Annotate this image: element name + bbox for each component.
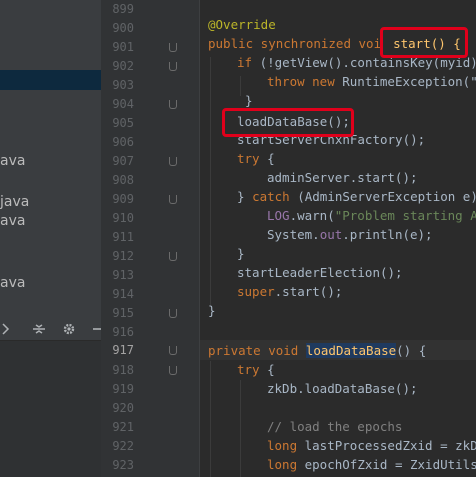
code-token: throw new (267, 74, 335, 89)
expand-collapse-icon[interactable] (32, 321, 46, 335)
code-token: catch (252, 189, 290, 204)
line-number: 900 (112, 21, 134, 35)
code-token: "Problem starting A (334, 208, 476, 223)
fold-marker-icon[interactable] (169, 43, 177, 52)
line-number: 913 (112, 268, 134, 282)
code-token-highlighted: loadDataBase (305, 343, 397, 358)
line-number: 907 (112, 154, 134, 168)
sidebar-lower-panel (0, 340, 101, 477)
code-token: long (267, 457, 298, 472)
line-number: 912 (112, 249, 134, 263)
line-number: 905 (112, 116, 134, 130)
line-number: 909 (112, 192, 134, 206)
fold-marker-icon[interactable] (169, 309, 177, 318)
code-token: out (319, 227, 343, 242)
highlight-box-loaddatabase (222, 108, 354, 137)
line-number: 906 (112, 135, 134, 149)
code-token: .println(e); (342, 227, 433, 242)
fold-marker-icon[interactable] (169, 346, 177, 355)
line-number: 908 (112, 173, 134, 187)
line-number: 911 (112, 230, 134, 244)
code-line-913: startLeaderElection(); (237, 265, 403, 280)
line-number: 922 (112, 439, 134, 453)
selected-tree-row[interactable] (0, 70, 101, 90)
fold-marker-icon[interactable] (169, 195, 177, 204)
line-number: 910 (112, 211, 134, 225)
code-line-919: zkDb.loadDataBase(); (267, 381, 418, 396)
indent-guide (240, 380, 241, 477)
code-editor[interactable]: @Override public synchronized voi start()… (200, 0, 476, 477)
fold-marker-icon[interactable] (169, 157, 177, 166)
line-number: 901 (112, 40, 134, 54)
code-line-917: private void loadDataBase() { (208, 341, 426, 360)
code-token: System. (267, 227, 320, 242)
code-line-921: // load the epochs (267, 419, 403, 434)
line-number: 918 (112, 363, 134, 377)
code-token: () { (396, 343, 427, 358)
fold-marker-icon[interactable] (169, 62, 177, 71)
code-line-915: } (208, 303, 216, 318)
code-line-922: long lastProcessedZxid = zkD (267, 436, 476, 455)
code-line-923: long epochOfZxid = ZxidUtils (267, 455, 476, 474)
code-line-900: @Override (208, 17, 276, 32)
indent-guide (240, 76, 241, 96)
code-token: { (259, 362, 275, 377)
line-number: 920 (112, 401, 134, 415)
line-number: 899 (112, 2, 134, 16)
code-line-907: try { (237, 149, 275, 168)
project-file-item[interactable]: ava (0, 212, 101, 230)
code-line-908: adminServer.start(); (267, 170, 418, 185)
code-token: lastProcessedZxid = zkD (297, 438, 476, 453)
code-token: super (237, 284, 275, 299)
highlight-box-start (380, 27, 468, 58)
fold-marker-icon[interactable] (169, 366, 177, 375)
code-token: try (237, 362, 260, 377)
code-line-914: super.start(); (237, 282, 342, 301)
collapse-all-icon[interactable] (2, 321, 16, 335)
line-number: 923 (112, 458, 134, 472)
code-token: if (237, 55, 253, 70)
indent-guide (210, 57, 211, 307)
code-line-911: System.out.println(e); (267, 225, 433, 244)
code-token: epochOfZxid = ZxidUtils (297, 457, 476, 472)
code-line-909: } catch (AdminServerException e) (237, 187, 476, 206)
code-line-903: throw new RuntimeException(" (267, 72, 476, 91)
code-line-912: } (237, 246, 245, 261)
fold-marker-icon[interactable] (169, 252, 177, 261)
line-number: 915 (112, 306, 134, 320)
code-token: } (237, 189, 253, 204)
project-file-item[interactable]: ava (0, 274, 101, 292)
code-line-918: try { (237, 360, 275, 379)
sidebar-toolbar (0, 316, 101, 340)
project-sidebar: ava java ava ava (0, 0, 101, 477)
line-number: 916 (112, 325, 134, 339)
code-line-910: LOG.warn("Problem starting A (267, 206, 476, 225)
line-number: 904 (112, 97, 134, 111)
code-token: (AdminServerException e) (289, 189, 476, 204)
fold-marker-icon[interactable] (169, 100, 177, 109)
minimize-icon[interactable] (92, 321, 101, 335)
line-number: 921 (112, 420, 134, 434)
project-file-item[interactable]: java (0, 193, 101, 211)
code-token: .start(); (274, 284, 343, 299)
code-token: private void (208, 343, 306, 358)
code-token: LOG (267, 208, 290, 223)
line-number: 902 (112, 59, 134, 73)
line-number: 914 (112, 287, 134, 301)
code-token: try (237, 151, 260, 166)
gear-icon[interactable] (62, 321, 76, 335)
code-token: public synchronized voi (208, 36, 382, 51)
indent-guide (210, 361, 211, 477)
code-token: RuntimeException(" (334, 74, 476, 89)
line-number-current: 917 (112, 343, 134, 357)
code-token: .warn( (289, 208, 335, 223)
editor-gutter: 899 900 901 902 903 904 905 906 907 908 … (101, 0, 200, 477)
line-number: 919 (112, 382, 134, 396)
project-file-item[interactable]: ava (0, 152, 101, 170)
code-token: { (259, 151, 275, 166)
line-number: 903 (112, 78, 134, 92)
code-token: long (267, 438, 298, 453)
